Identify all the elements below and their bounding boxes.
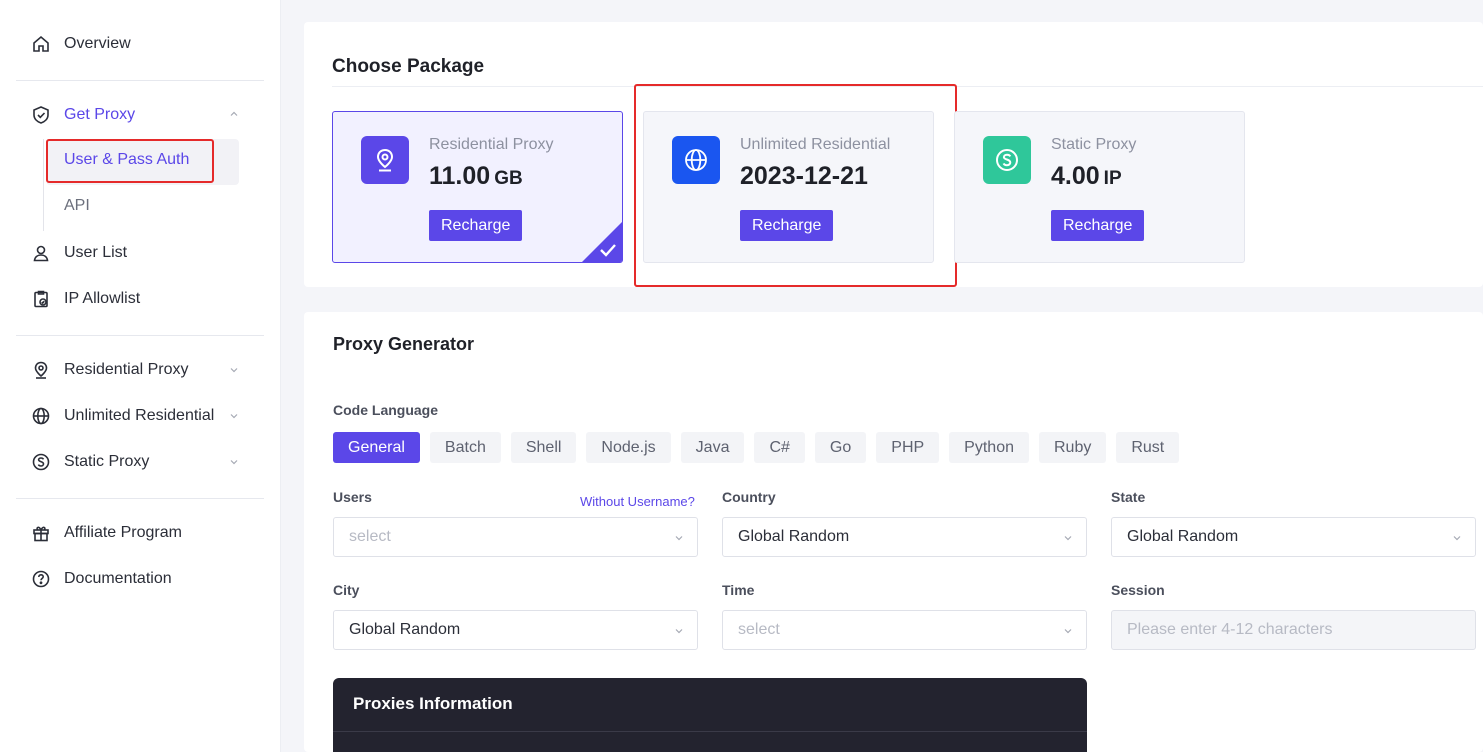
users-label: Users (333, 489, 372, 505)
nav-ip-allowlist-label: IP Allowlist (64, 290, 141, 307)
choose-package-card: Choose Package Residential Proxy 11.00 GB… (304, 22, 1483, 287)
time-select[interactable]: select (722, 610, 1087, 650)
globe-icon (672, 136, 720, 184)
package-value: 11.00 GB (429, 162, 523, 190)
user-icon (30, 242, 52, 264)
chevron-down-icon[interactable] (228, 410, 240, 422)
tab-java[interactable]: Java (680, 432, 745, 463)
dollar-circle-icon (983, 136, 1031, 184)
nav-affiliate-program-label: Affiliate Program (64, 524, 182, 541)
proxies-information-panel: Proxies Information (333, 678, 1087, 752)
city-label: City (333, 582, 360, 598)
shield-check-icon (30, 104, 52, 126)
sidebar-divider (16, 335, 264, 336)
tab-general[interactable]: General (333, 432, 420, 463)
selected-check-icon (582, 222, 622, 262)
globe-icon (30, 405, 52, 427)
chevron-up-icon[interactable] (228, 108, 240, 120)
nav-documentation[interactable]: Documentation (30, 565, 172, 593)
submenu-line (43, 139, 44, 231)
country-select[interactable]: Global Random (722, 517, 1087, 557)
recharge-button[interactable]: Recharge (740, 210, 834, 241)
dollar-circle-icon (30, 451, 52, 473)
gift-icon (30, 522, 52, 544)
recharge-button[interactable]: Recharge (1051, 210, 1145, 241)
tab-php[interactable]: PHP (876, 432, 940, 463)
proxies-divider (333, 731, 1087, 732)
submenu-user-pass-auth[interactable]: User & Pass Auth (64, 151, 189, 169)
chevron-down-icon (1064, 629, 1072, 634)
nav-user-list-label: User List (64, 244, 128, 261)
nav-static-proxy[interactable]: Static Proxy (30, 448, 149, 476)
code-language-tabs: General Batch Shell Node.js Java C# Go P… (333, 432, 1189, 463)
state-label: State (1111, 489, 1146, 505)
package-divider (332, 86, 1483, 87)
package-residential-proxy[interactable]: Residential Proxy 11.00 GB Recharge (332, 111, 623, 263)
tab-ruby[interactable]: Ruby (1038, 432, 1107, 463)
location-pin-icon (30, 359, 52, 381)
tab-rust[interactable]: Rust (1116, 432, 1180, 463)
nav-overview[interactable]: Overview (30, 30, 131, 58)
users-select[interactable]: select (333, 517, 698, 557)
home-icon (30, 33, 52, 55)
city-select[interactable]: Global Random (333, 610, 698, 650)
without-username-link[interactable]: Without Username? (580, 494, 695, 509)
nav-user-list[interactable]: User List (30, 239, 127, 267)
tab-batch[interactable]: Batch (429, 432, 501, 463)
package-name: Unlimited Residential (740, 136, 891, 153)
nav-unlimited-residential-label: Unlimited Residential (64, 407, 215, 424)
nav-overview-label: Overview (64, 35, 131, 52)
package-static-proxy[interactable]: Static Proxy 4.00 IP Recharge (954, 111, 1245, 263)
package-name: Static Proxy (1051, 136, 1137, 153)
choose-package-title: Choose Package (332, 56, 485, 77)
nav-documentation-label: Documentation (64, 570, 172, 587)
session-input[interactable]: Please enter 4-12 characters (1111, 610, 1476, 650)
state-select[interactable]: Global Random (1111, 517, 1476, 557)
country-label: Country (722, 489, 776, 505)
location-pin-icon (361, 136, 409, 184)
tab-csharp[interactable]: C# (754, 432, 805, 463)
recharge-button[interactable]: Recharge (429, 210, 523, 241)
chevron-down-icon (675, 629, 683, 634)
proxy-generator-title: Proxy Generator (333, 334, 475, 354)
package-name: Residential Proxy (429, 136, 554, 153)
chevron-down-icon[interactable] (228, 364, 240, 376)
chevron-down-icon (1064, 536, 1072, 541)
nav-get-proxy[interactable]: Get Proxy (30, 101, 135, 129)
package-value: 4.00 IP (1051, 162, 1122, 190)
submenu-api[interactable]: API (64, 197, 90, 215)
proxies-information-title: Proxies Information (353, 694, 513, 713)
clipboard-check-icon (30, 288, 52, 310)
session-label: Session (1111, 582, 1165, 598)
chevron-down-icon[interactable] (228, 456, 240, 468)
nav-unlimited-residential[interactable]: Unlimited Residential (30, 402, 214, 430)
tab-nodejs[interactable]: Node.js (586, 432, 671, 463)
sidebar-divider (16, 80, 264, 81)
sidebar-divider (16, 498, 264, 499)
nav-residential-proxy-label: Residential Proxy (64, 361, 189, 378)
nav-residential-proxy[interactable]: Residential Proxy (30, 356, 189, 384)
sidebar: Overview Get Proxy User & Pass Auth API … (0, 0, 281, 752)
tab-shell[interactable]: Shell (510, 432, 577, 463)
tab-python[interactable]: Python (949, 432, 1029, 463)
nav-get-proxy-label: Get Proxy (64, 106, 136, 123)
chevron-down-icon (675, 536, 683, 541)
nav-affiliate-program[interactable]: Affiliate Program (30, 519, 182, 547)
package-value: 2023-12-21 (740, 162, 868, 190)
question-circle-icon (30, 568, 52, 590)
tab-go[interactable]: Go (814, 432, 867, 463)
package-unlimited-residential[interactable]: Unlimited Residential 2023-12-21 Recharg… (643, 111, 934, 263)
chevron-down-icon (1453, 536, 1461, 541)
code-language-label: Code Language (333, 402, 439, 418)
nav-static-proxy-label: Static Proxy (64, 453, 150, 470)
nav-ip-allowlist[interactable]: IP Allowlist (30, 285, 140, 313)
proxy-generator-card: Proxy Generator Code Language General Ba… (304, 312, 1483, 752)
time-label: Time (722, 582, 755, 598)
